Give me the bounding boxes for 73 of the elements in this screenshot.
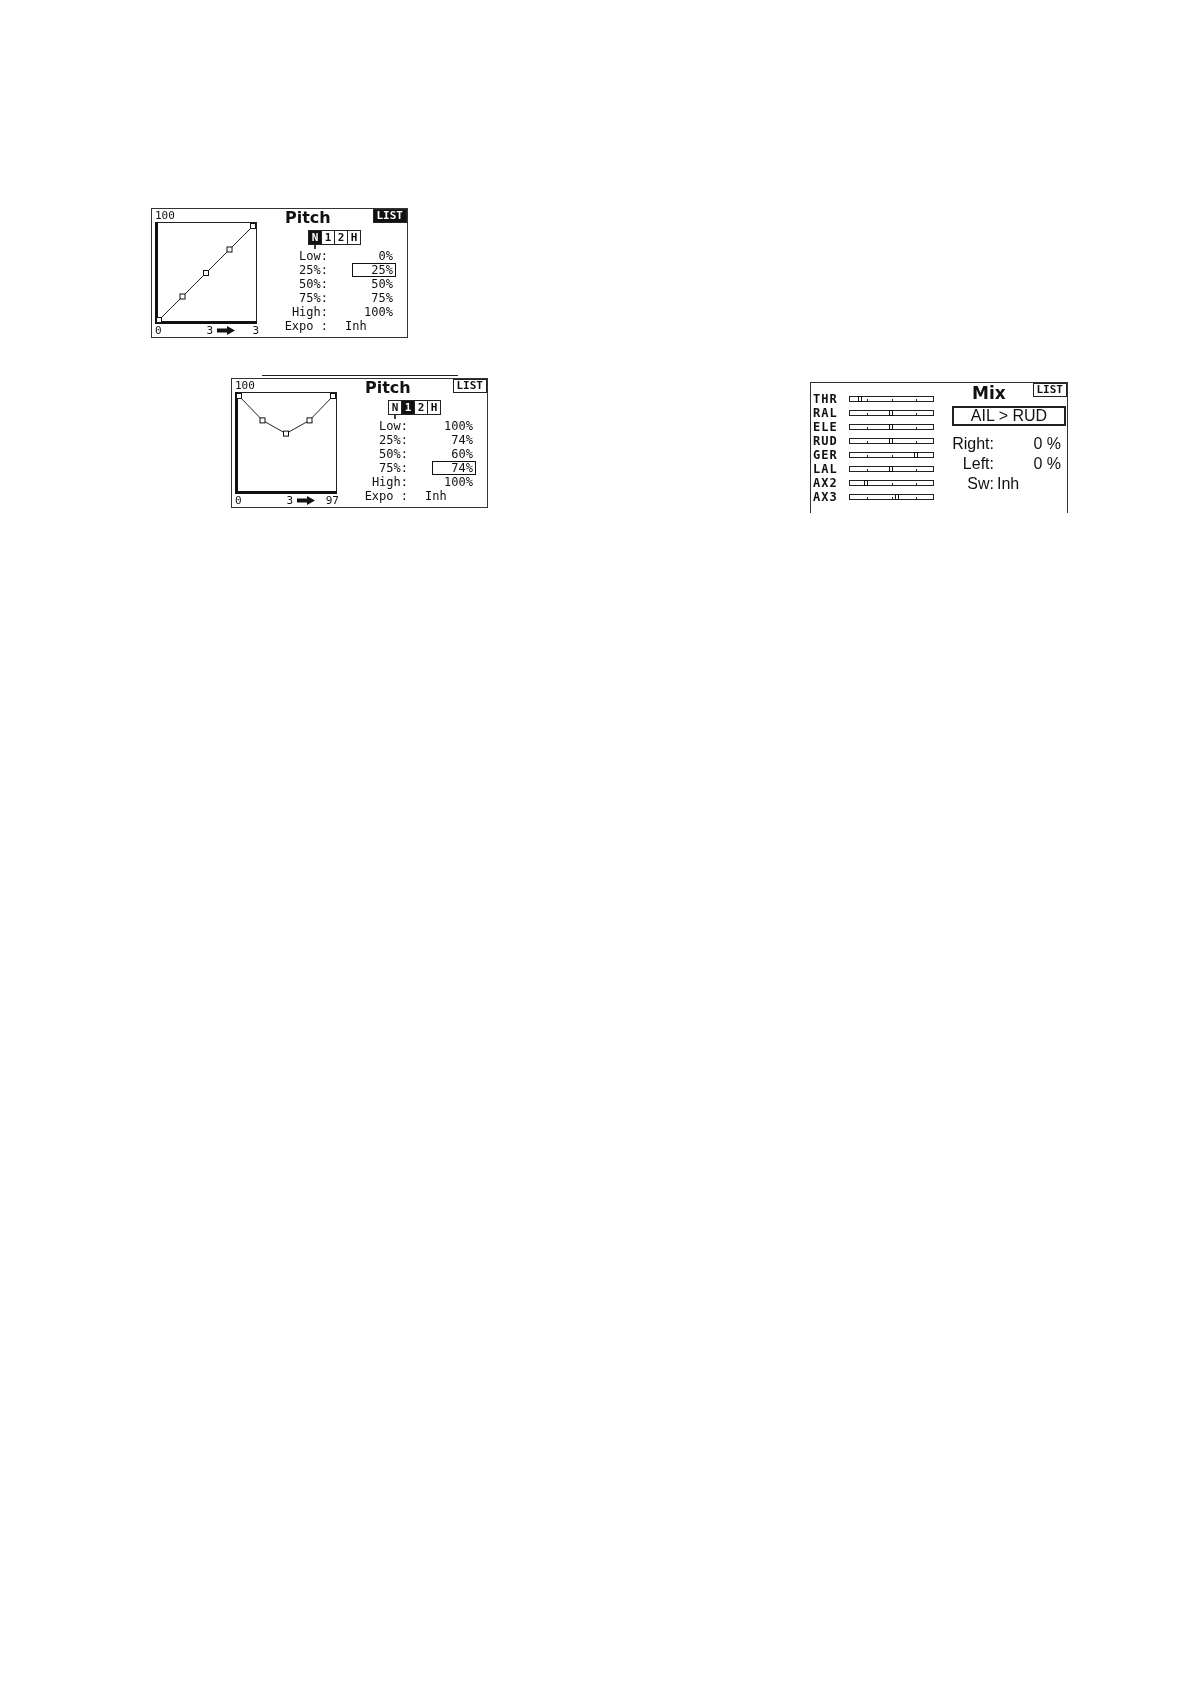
point-value[interactable]: 50% <box>352 277 396 291</box>
rate-label: Right: <box>951 434 994 454</box>
point-label: 25%: <box>298 263 329 277</box>
list-button[interactable]: LIST <box>372 209 407 223</box>
mode-tab[interactable]: N <box>388 400 402 415</box>
point-value[interactable]: 60% <box>432 447 476 461</box>
curve-point <box>203 270 209 276</box>
channel-label: AX3 <box>813 490 839 504</box>
switch-value[interactable]: Inh <box>994 474 1020 494</box>
point-value[interactable]: 0% <box>352 249 396 263</box>
channel-label: GER <box>813 448 839 462</box>
mode-tab[interactable]: H <box>347 230 361 245</box>
channel-label: AX2 <box>813 476 839 490</box>
point-label: Low: <box>298 249 329 263</box>
axis-label: 100 <box>235 379 255 392</box>
list-button[interactable]: LIST <box>1032 383 1067 397</box>
expo-value[interactable]: Inh <box>409 489 476 503</box>
mix-select-field[interactable]: AIL > RUD <box>952 406 1066 426</box>
curve-point <box>283 430 289 437</box>
input-value: 3 <box>286 494 293 507</box>
list-button[interactable]: LIST <box>452 379 487 393</box>
switch-label: Sw: <box>966 474 994 494</box>
point-value[interactable]: 100% <box>432 419 476 433</box>
point-value[interactable]: 75% <box>352 291 396 305</box>
output-value: 97 <box>325 494 339 507</box>
point-label: 50%: <box>298 277 329 291</box>
point-label: High: <box>290 305 329 319</box>
channel-label: ELE <box>813 420 839 434</box>
curve-point <box>179 293 186 300</box>
curve-point <box>226 246 233 253</box>
point-value[interactable]: 25% <box>352 263 396 277</box>
rate-value[interactable]: 0 % <box>994 454 1061 474</box>
curve-point <box>236 393 242 399</box>
rate-value[interactable]: 0 % <box>994 434 1061 454</box>
point-label: 50%: <box>378 447 409 461</box>
expo-label: Expo : <box>363 489 409 503</box>
point-value[interactable]: 100% <box>432 475 476 489</box>
axis-label: 0 <box>155 324 162 337</box>
axis-label: 100 <box>155 209 175 222</box>
curve-point <box>250 223 256 229</box>
point-label: Low: <box>378 419 409 433</box>
channel-label: LAL <box>813 462 839 476</box>
point-label: 75%: <box>298 291 329 305</box>
point-value[interactable]: 74% <box>432 461 476 475</box>
screen-title: Pitch <box>365 379 411 396</box>
screen-title: Mix <box>972 385 1006 402</box>
arrow-right-icon <box>297 496 315 505</box>
mode-tab[interactable]: H <box>427 400 441 415</box>
arrow-right-icon <box>217 326 235 335</box>
axis-label: 0 <box>235 494 242 507</box>
output-value: 3 <box>251 324 259 337</box>
channel-label: THR <box>813 392 839 406</box>
curve-point <box>330 393 336 399</box>
mode-tab[interactable]: 1 <box>401 400 415 415</box>
mode-tab[interactable]: 2 <box>414 400 428 415</box>
curve-point <box>306 417 313 424</box>
rate-label: Left: <box>961 454 994 474</box>
point-value[interactable]: 74% <box>432 433 476 447</box>
expo-value[interactable]: Inh <box>329 319 396 333</box>
mode-tab[interactable]: 1 <box>321 230 335 245</box>
point-value[interactable]: 100% <box>352 305 396 319</box>
expo-label: Expo : <box>283 319 329 333</box>
curve-point <box>259 417 266 424</box>
screen-title: Pitch <box>285 209 331 226</box>
point-label: 75%: <box>378 461 409 475</box>
point-label: High: <box>370 475 409 489</box>
channel-label: RUD <box>813 434 839 448</box>
mode-tab[interactable]: N <box>308 230 322 245</box>
curve-point <box>156 317 162 323</box>
point-label: 25%: <box>378 433 409 447</box>
input-value: 3 <box>206 324 213 337</box>
mode-tab[interactable]: 2 <box>334 230 348 245</box>
channel-label: RAL <box>813 406 839 420</box>
